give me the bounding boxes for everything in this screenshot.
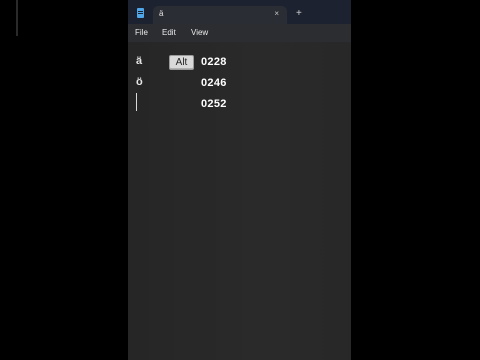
notepad-window: ä × + File Edit View ä ö Alt 0228 0246 0… bbox=[128, 0, 351, 360]
menu-view[interactable]: View bbox=[191, 28, 208, 38]
menu-edit[interactable]: Edit bbox=[162, 28, 176, 38]
new-tab-button[interactable]: + bbox=[296, 8, 302, 20]
alt-code-3: 0252 bbox=[201, 98, 227, 110]
text-line-2: ö bbox=[136, 76, 143, 88]
alt-code-2: 0246 bbox=[201, 77, 227, 89]
background-divider bbox=[16, 0, 18, 36]
screen: ä × + File Edit View ä ö Alt 0228 0246 0… bbox=[0, 0, 480, 360]
menu-bar: File Edit View bbox=[128, 24, 351, 42]
alt-key-badge: Alt bbox=[169, 55, 194, 70]
tab-title: ä bbox=[159, 9, 164, 18]
notepad-icon bbox=[137, 8, 144, 18]
close-icon[interactable]: × bbox=[274, 9, 279, 19]
alt-code-1: 0228 bbox=[201, 56, 227, 68]
document-tab[interactable]: ä × bbox=[153, 6, 287, 24]
text-line-1: ä bbox=[136, 55, 143, 67]
menu-file[interactable]: File bbox=[135, 28, 148, 38]
title-bar: ä × + bbox=[128, 0, 351, 24]
text-editor[interactable]: ä ö Alt 0228 0246 0252 bbox=[128, 42, 351, 360]
text-caret bbox=[136, 93, 137, 111]
